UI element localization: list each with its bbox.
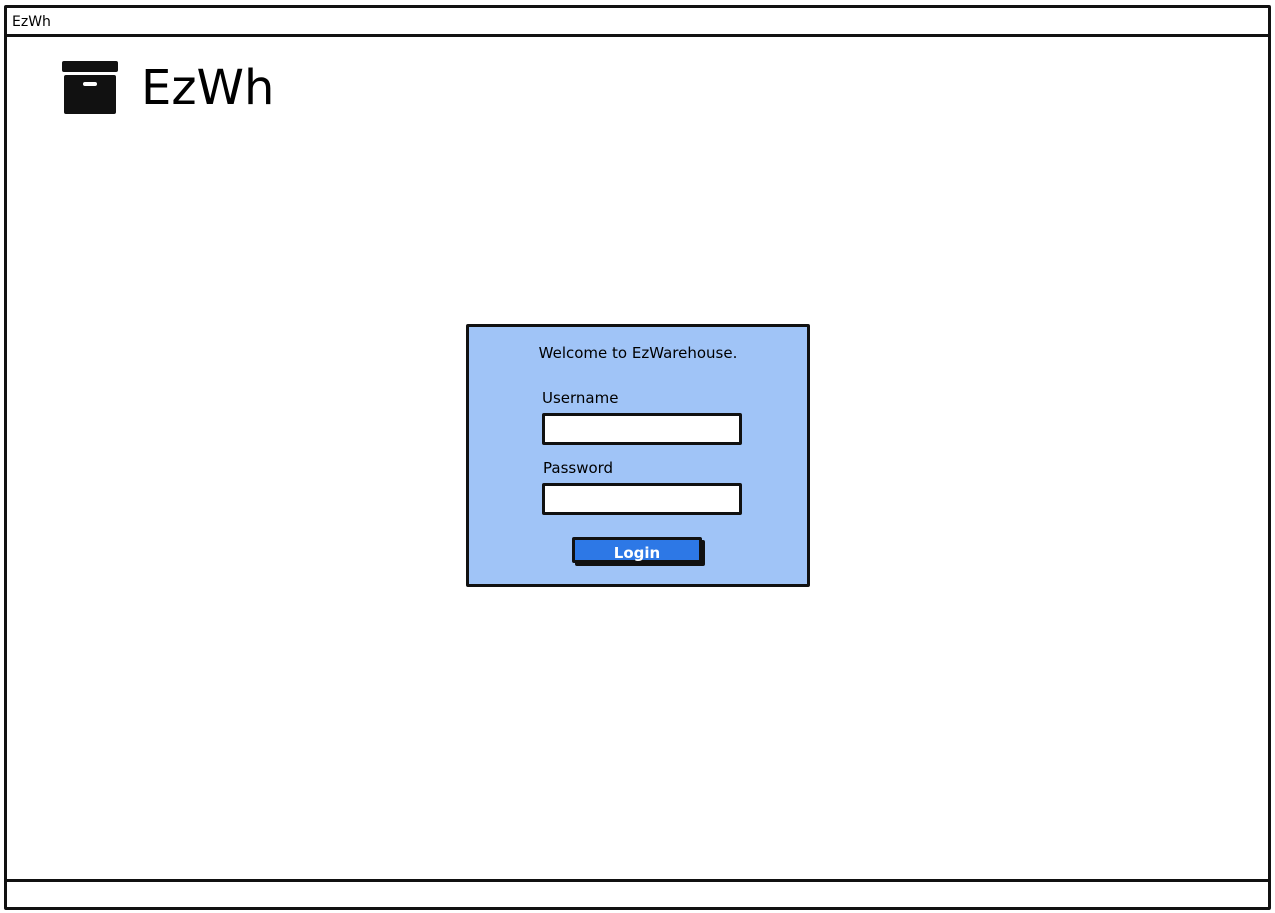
app-logo-text: EzWh	[141, 60, 275, 116]
username-label: Username	[542, 389, 619, 407]
login-button[interactable]: Login	[572, 537, 702, 563]
archive-box-icon	[62, 61, 118, 114]
window-title: EzWh	[12, 14, 51, 30]
password-input[interactable]	[542, 483, 742, 515]
login-panel: Welcome to EzWarehouse. Username Passwor…	[466, 324, 810, 587]
password-label: Password	[543, 459, 614, 477]
app-window: EzWh EzWh Welcome to EzWarehouse. Userna…	[4, 5, 1271, 910]
status-bar	[7, 879, 1268, 907]
title-bar: EzWh	[7, 8, 1268, 37]
welcome-message: Welcome to EzWarehouse.	[538, 344, 738, 362]
username-input[interactable]	[542, 413, 742, 445]
